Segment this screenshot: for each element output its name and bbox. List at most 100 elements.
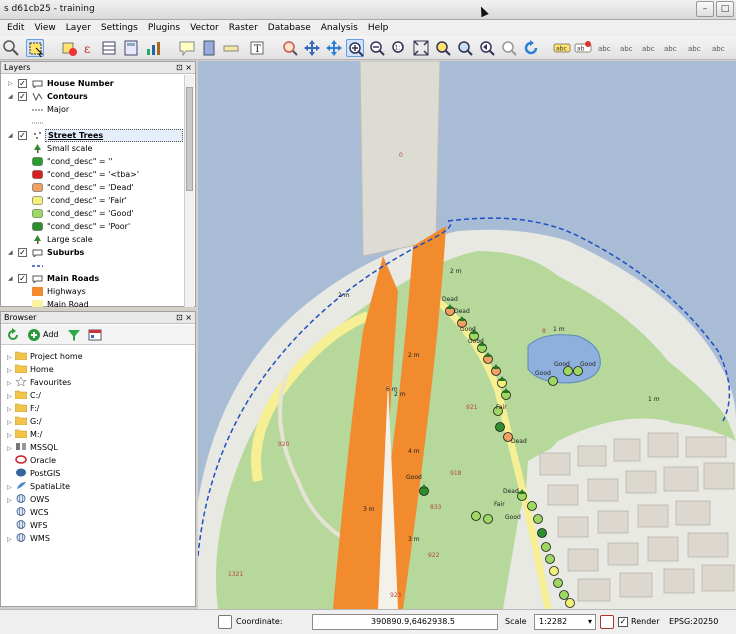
refresh-icon[interactable]: [522, 39, 540, 57]
field-calculator-icon[interactable]: [122, 39, 140, 57]
zoom-in-icon[interactable]: [346, 39, 364, 57]
building: [703, 462, 735, 490]
browser-item-postgis[interactable]: PostGIS: [7, 467, 60, 480]
layer-checkbox[interactable]: ✓: [18, 274, 27, 283]
layer-suburbs[interactable]: ◢ ✓ Suburbs: [1, 246, 184, 259]
browser-item-wcs[interactable]: WCS: [7, 506, 49, 519]
zoom-next-icon[interactable]: [500, 39, 518, 57]
layer-checkbox[interactable]: ✓: [18, 131, 27, 140]
browser-item-m-drive[interactable]: ▷ M:/: [7, 428, 42, 441]
layer-contours[interactable]: ◢ ✓ Contours: [1, 90, 184, 103]
label-properties-icon[interactable]: abc: [710, 39, 728, 57]
scale-combobox[interactable]: 1:2282 ▾: [534, 614, 596, 630]
collapse-icon[interactable]: ◢: [8, 249, 15, 256]
filter-icon[interactable]: [67, 328, 81, 347]
text-annotation-icon[interactable]: T: [248, 39, 266, 57]
legend-label: Main Road: [47, 300, 89, 307]
browser-item-project-home[interactable]: ▷ Project home: [7, 350, 83, 363]
map-tips-icon[interactable]: [178, 39, 196, 57]
browser-item-mssql[interactable]: ▷ MSSQL: [7, 441, 58, 454]
coordinate-field[interactable]: 390890.9,6462938.5: [312, 614, 498, 630]
legend-label: "cond_desc" = '<tba>': [47, 170, 140, 179]
pan-icon[interactable]: [303, 39, 321, 57]
properties-icon[interactable]: [88, 328, 102, 347]
messages-icon[interactable]: [218, 615, 232, 629]
select-features-icon[interactable]: [26, 39, 44, 58]
building: [685, 436, 727, 458]
browser-item-c-drive[interactable]: ▷ C:/: [7, 389, 41, 402]
browser-item-ows[interactable]: ▷ OWS: [7, 493, 49, 506]
expand-icon[interactable]: ▷: [7, 533, 15, 546]
map-canvas[interactable]: Dead Dead Good Good Fair Dead Good Good …: [198, 61, 736, 609]
item-label: MSSQL: [30, 443, 58, 452]
browser-item-f-drive[interactable]: ▷ F:/: [7, 402, 39, 415]
menu-settings[interactable]: Settings: [96, 23, 143, 33]
layer-checkbox[interactable]: ✓: [18, 79, 27, 88]
window-title: s d61cb25 - training: [4, 4, 95, 14]
menu-database[interactable]: Database: [263, 23, 316, 33]
pan-map-icon[interactable]: [325, 39, 343, 57]
deselect-icon[interactable]: [60, 39, 78, 57]
browser-item-wms[interactable]: ▷ WMS: [7, 532, 50, 545]
zoom-last-icon[interactable]: [478, 39, 496, 57]
layers-panel-buttons[interactable]: ⊡ ×: [176, 62, 192, 74]
move-label-icon[interactable]: abc: [618, 39, 636, 57]
refresh-icon[interactable]: [6, 328, 20, 347]
statistics-icon[interactable]: [144, 39, 162, 57]
layer-main-roads[interactable]: ◢ ✓ Main Roads: [1, 272, 184, 285]
menu-view[interactable]: View: [29, 23, 60, 33]
browser-item-home[interactable]: ▷ Home: [7, 363, 54, 376]
line-layer-icon: [32, 92, 43, 102]
browser-item-wfs[interactable]: WFS: [7, 519, 47, 532]
browser-panel-buttons[interactable]: ⊡ ×: [176, 312, 192, 324]
zoom-native-icon[interactable]: 1:1: [390, 39, 408, 57]
highlight-labels-icon[interactable]: abc: [596, 39, 614, 57]
menu-raster[interactable]: Raster: [224, 23, 263, 33]
collapse-icon[interactable]: ◢: [8, 275, 15, 282]
collapse-icon[interactable]: ◢: [8, 93, 15, 100]
layer-checkbox[interactable]: ✓: [18, 248, 27, 257]
stop-render-icon[interactable]: [600, 615, 614, 629]
browser-item-g-drive[interactable]: ▷ G:/: [7, 415, 42, 428]
maximize-button[interactable]: □: [716, 1, 734, 17]
zoom-out-icon[interactable]: [368, 39, 386, 57]
expand-icon[interactable]: ▷: [8, 80, 15, 87]
rotate-label-icon[interactable]: abc: [640, 39, 658, 57]
item-label: SpatiaLite: [30, 482, 71, 491]
change-label-icon[interactable]: abc: [662, 39, 680, 57]
browser-item-favourites[interactable]: ▷ Favourites: [7, 376, 71, 389]
layer-street-trees[interactable]: ◢ ✓ Street Trees: [1, 129, 184, 142]
zoom-full-icon[interactable]: [412, 39, 430, 57]
render-checkbox[interactable]: ✓: [618, 617, 628, 627]
collapse-icon[interactable]: ◢: [8, 132, 15, 139]
pan-to-selection-icon[interactable]: [281, 39, 299, 57]
crs-label[interactable]: EPSG:20250: [669, 617, 718, 626]
contour-label: 2 m: [338, 292, 350, 299]
add-layer-button[interactable]: Add: [27, 328, 59, 342]
identify-icon[interactable]: [2, 39, 20, 57]
expression-select-icon[interactable]: ε: [80, 39, 98, 57]
menu-analysis[interactable]: Analysis: [316, 23, 363, 33]
layer-checkbox[interactable]: ✓: [18, 92, 27, 101]
label-tool-icon[interactable]: abc: [553, 39, 571, 57]
attribute-table-icon[interactable]: [100, 39, 118, 57]
scale-value: 1:2282: [539, 617, 568, 626]
pin-labels-icon[interactable]: ab: [574, 39, 592, 57]
layer-house-number[interactable]: ▷ ✓ House Number: [1, 77, 184, 90]
chevron-down-icon[interactable]: ▾: [588, 615, 592, 629]
browser-item-oracle[interactable]: Oracle: [7, 454, 56, 467]
zoom-to-selection-icon[interactable]: [434, 39, 452, 57]
menu-layer[interactable]: Layer: [61, 23, 96, 33]
menu-help[interactable]: Help: [363, 23, 394, 33]
layers-scrollbar[interactable]: [184, 75, 194, 307]
menu-plugins[interactable]: Plugins: [143, 23, 185, 33]
measure-icon[interactable]: [222, 39, 240, 57]
show-labels-icon[interactable]: abc: [686, 39, 704, 57]
menu-edit[interactable]: Edit: [2, 23, 29, 33]
menu-vector[interactable]: Vector: [185, 23, 224, 33]
zoom-to-layer-icon[interactable]: [456, 39, 474, 57]
browser-item-spatialite[interactable]: ▷ SpatiaLite: [7, 480, 70, 493]
minimize-button[interactable]: –: [696, 1, 714, 17]
scrollbar-thumb[interactable]: [186, 87, 193, 191]
new-bookmark-icon[interactable]: [200, 39, 218, 57]
